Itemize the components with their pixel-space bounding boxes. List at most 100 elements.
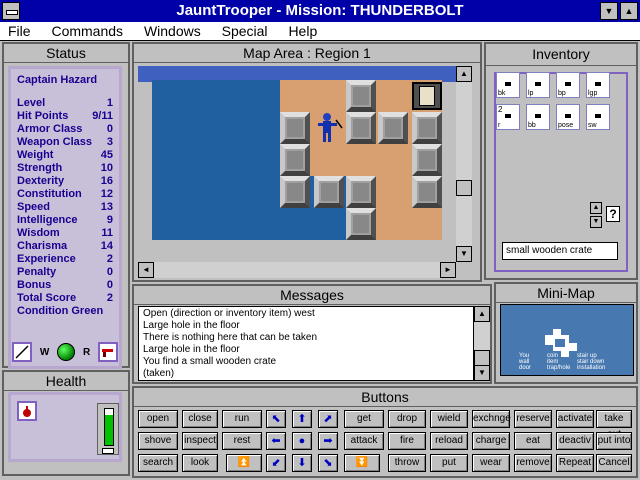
command-button-deactiv[interactable]: deactiv — [556, 432, 594, 450]
hands-row: W R — [8, 336, 122, 368]
map-scroll-left-button[interactable]: ◄ — [138, 262, 154, 278]
health-item-slot[interactable] — [17, 401, 37, 421]
command-button-fire[interactable]: fire — [388, 432, 426, 450]
command-button-take-out[interactable]: take out — [596, 410, 632, 440]
command-button-run[interactable]: run — [222, 410, 262, 428]
move-northwest-button[interactable]: ⬉ — [266, 410, 286, 428]
climb-up-button[interactable]: ⏫ — [226, 454, 262, 472]
legend-entry: door — [519, 365, 532, 371]
stat-label: Bonus — [17, 279, 52, 291]
map-scroll-down-button[interactable]: ▼ — [456, 246, 472, 262]
message-line: You find a small wooden crate — [143, 356, 277, 367]
map-view[interactable] — [152, 80, 442, 240]
move-southeast-button[interactable]: ⬊ — [318, 454, 338, 472]
inventory-slot-caption: bb — [528, 122, 536, 129]
move-north-button[interactable]: ⬆ — [292, 410, 312, 428]
command-button-exchnge[interactable]: exchnge — [472, 410, 511, 428]
stat-row: Constitution 12 — [17, 188, 113, 201]
command-button-reload[interactable]: reload — [430, 432, 468, 450]
command-button-attack[interactable]: attack — [344, 432, 384, 450]
stat-label: Penalty — [17, 266, 57, 278]
message-line: Open (direction or inventory item) west — [143, 308, 315, 319]
stat-list: Level 1 Hit Points 9/11 Armor Class 0 Weapon C… — [17, 97, 113, 305]
inventory-grid: bk lp bp lgp r 2 bb pose sw — [496, 72, 624, 162]
inventory-slot[interactable]: lp — [526, 72, 550, 98]
inventory-slot[interactable]: bb — [526, 104, 550, 130]
message-line: Large hole in the floor — [143, 320, 240, 331]
map-title: Map Area : Region 1 — [134, 44, 480, 63]
map-scrollbar-vertical[interactable]: ▲ ▼ — [456, 66, 472, 262]
inventory-slot[interactable]: bp — [556, 72, 580, 98]
minimap-view[interactable]: You coin stair up wall item stair down door tra… — [500, 304, 634, 376]
command-button-repeat[interactable]: Repeat — [556, 454, 594, 472]
inventory-scroll-up-button[interactable]: ▲ — [590, 202, 602, 214]
buttons-panel: Buttons ⬉ ⬆ ⬈ ⬅ ● ➡ ⬋ ⬇ ⬊ ⏫ ⏬ open close r… — [132, 386, 638, 478]
minimize-icon[interactable]: ▼ — [600, 2, 618, 20]
command-button-shove[interactable]: shove — [138, 432, 178, 450]
map-panel: Map Area : Region 1 ▲ ▼ ◄ ► — [132, 42, 482, 282]
stat-value: 2 — [106, 292, 113, 304]
window-title: JauntTrooper - Mission: THUNDERBOLT — [176, 2, 464, 19]
inventory-panel: Inventory bk lp bp lgp r 2 bb pose sw ▲ ▼ ? smal… — [484, 42, 638, 280]
inventory-scroll-down-button[interactable]: ▼ — [590, 216, 602, 228]
inventory-slot[interactable]: lgp — [586, 72, 610, 98]
map-scrollbar-horizontal[interactable]: ◄ ► — [138, 262, 456, 278]
move-south-button[interactable]: ⬇ — [292, 454, 312, 472]
command-button-search[interactable]: search — [138, 454, 178, 472]
map-scroll-thumb[interactable] — [456, 180, 472, 196]
command-button-get[interactable]: get — [344, 410, 384, 428]
command-button-reserve[interactable]: reserve — [514, 410, 552, 428]
command-button-open[interactable]: open — [138, 410, 178, 428]
command-button-put-into[interactable]: put into — [596, 432, 632, 450]
minimap-panel: Mini-Map You coin stair up wall item stair do… — [494, 282, 638, 384]
menu-commands[interactable]: Commands — [39, 22, 128, 39]
inventory-slot[interactable]: sw — [586, 104, 610, 130]
command-button-rest[interactable]: rest — [222, 432, 262, 450]
command-button-activate[interactable]: activate — [556, 410, 594, 428]
inventory-slot-caption: bk — [498, 90, 506, 97]
inventory-slot[interactable]: bk — [496, 72, 520, 98]
system-menu-icon[interactable] — [2, 2, 20, 20]
menu-help[interactable]: Help — [276, 22, 322, 39]
inventory-slot[interactable]: r2 — [496, 104, 520, 130]
messages-scroll-up-button[interactable]: ▲ — [474, 306, 490, 322]
climb-down-button[interactable]: ⏬ — [344, 454, 380, 472]
maximize-icon[interactable]: ▲ — [620, 2, 638, 20]
command-button-look[interactable]: look — [182, 454, 218, 472]
move-west-button[interactable]: ⬅ — [266, 432, 286, 450]
command-button-close[interactable]: close — [182, 410, 218, 428]
inventory-slot-caption: bp — [558, 90, 566, 97]
messages-scroll-thumb[interactable] — [474, 350, 490, 366]
command-button-throw[interactable]: throw — [388, 454, 426, 472]
pistol-icon — [102, 349, 113, 357]
inventory-slot[interactable]: pose — [556, 104, 580, 130]
command-button-wear[interactable]: wear — [472, 454, 510, 472]
stat-row: Strength 10 — [17, 162, 113, 175]
command-button-remove[interactable]: remove — [514, 454, 552, 472]
command-button-drop[interactable]: drop — [388, 410, 426, 428]
move-southwest-button[interactable]: ⬋ — [266, 454, 286, 472]
menu-windows[interactable]: Windows — [132, 22, 206, 39]
stat-label: Armor Class — [17, 123, 83, 135]
messages-scrollbar[interactable]: ▲ ▼ — [474, 306, 490, 381]
stat-label: Level — [17, 97, 46, 109]
move-northeast-button[interactable]: ⬈ — [318, 410, 338, 428]
command-button-inspect[interactable]: inspect — [182, 432, 218, 450]
inventory-help-button[interactable]: ? — [606, 206, 620, 222]
command-button-wield[interactable]: wield — [430, 410, 468, 428]
command-button-put[interactable]: put — [430, 454, 468, 472]
minimap-legend: You coin stair up wall item stair down door tra… — [519, 353, 609, 371]
stat-row: Experience 2 — [17, 253, 113, 266]
map-scroll-right-button[interactable]: ► — [440, 262, 456, 278]
command-button-cancel[interactable]: Cancel — [596, 454, 632, 472]
command-button-charge[interactable]: charge — [472, 432, 510, 450]
left-hand-slot[interactable] — [12, 342, 32, 362]
map-scroll-up-button[interactable]: ▲ — [456, 66, 472, 82]
wait-button[interactable]: ● — [292, 432, 312, 450]
menu-special[interactable]: Special — [210, 22, 273, 39]
move-east-button[interactable]: ➡ — [318, 432, 338, 450]
messages-scroll-down-button[interactable]: ▼ — [474, 365, 490, 381]
command-button-eat[interactable]: eat — [514, 432, 552, 450]
menu-file[interactable]: File — [0, 22, 36, 39]
right-hand-slot[interactable] — [98, 342, 118, 362]
